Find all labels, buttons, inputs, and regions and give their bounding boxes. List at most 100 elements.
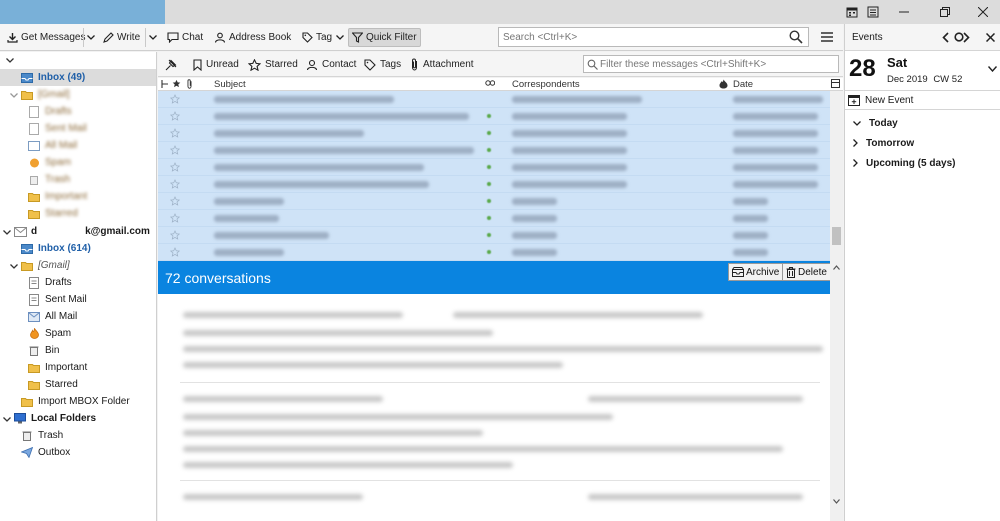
thread-list-scrollbar[interactable]: [830, 91, 843, 261]
get-messages-dropdown[interactable]: [83, 28, 97, 47]
quick-filter-button[interactable]: Quick Filter: [348, 28, 421, 47]
star-icon[interactable]: [170, 145, 180, 155]
blurred-date: [733, 96, 823, 103]
tab-strip[interactable]: [0, 0, 165, 24]
folder-all-account1[interactable]: All Mail: [0, 137, 156, 154]
subject-column-header[interactable]: Subject: [214, 79, 246, 90]
thread-row[interactable]: [158, 227, 830, 244]
thread-row[interactable]: [158, 193, 830, 210]
inbox-icon: [20, 72, 34, 84]
close-icon[interactable]: [966, 0, 1000, 24]
get-messages-label: Get Messages: [21, 32, 86, 43]
folder-all-account2[interactable]: All Mail: [0, 308, 156, 325]
folder-important-account2[interactable]: Important: [0, 359, 156, 376]
thread-row[interactable]: [158, 210, 830, 227]
folder-sent-account2[interactable]: Sent Mail: [0, 291, 156, 308]
folder-starred-account1[interactable]: Starred: [0, 205, 156, 222]
date-column-header[interactable]: Date: [733, 79, 753, 90]
thread-row[interactable]: [158, 108, 830, 125]
chat-button[interactable]: Chat: [164, 28, 206, 47]
folder-drafts-account2[interactable]: Drafts: [0, 274, 156, 291]
folder-spam-account1[interactable]: Spam: [0, 154, 156, 171]
blurred-date: [733, 198, 768, 205]
tags-filter-button[interactable]: Tags: [364, 56, 401, 73]
filter-messages-input[interactable]: Filter these messages <Ctrl+Shift+K>: [583, 55, 839, 73]
thread-row[interactable]: [158, 91, 830, 108]
restore-icon[interactable]: [928, 0, 962, 24]
star-icon[interactable]: [170, 247, 180, 257]
thread-row[interactable]: [158, 125, 830, 142]
folder-label: Drafts: [45, 106, 72, 117]
blurred-date: [733, 113, 818, 120]
folder-outbox[interactable]: Outbox: [0, 444, 156, 461]
folder-trash-account1[interactable]: Trash: [0, 171, 156, 188]
star-icon[interactable]: [170, 213, 180, 223]
events-today-row[interactable]: Today: [845, 113, 1000, 133]
star-icon[interactable]: [170, 230, 180, 240]
folder-drafts-account1[interactable]: Drafts: [0, 103, 156, 120]
thread-row[interactable]: [158, 176, 830, 193]
chevron-right-icon[interactable]: [963, 32, 970, 43]
chevron-down-icon[interactable]: [6, 56, 14, 64]
folder-sent-account1[interactable]: Sent Mail: [0, 120, 156, 137]
read-column-icon[interactable]: [485, 79, 496, 90]
attachment-filter-button[interactable]: Attachment: [410, 56, 474, 73]
folder-important-account1[interactable]: Important: [0, 188, 156, 205]
star-icon[interactable]: [170, 111, 180, 121]
preview-scrollbar[interactable]: [830, 261, 843, 521]
correspondents-column-header[interactable]: Correspondents: [512, 79, 580, 90]
blurred-correspondent: [512, 215, 557, 222]
folder-starred-account2[interactable]: Starred: [0, 376, 156, 393]
blurred-summary-line: [183, 330, 493, 336]
star-icon[interactable]: [170, 128, 180, 138]
thread-row[interactable]: [158, 142, 830, 159]
delete-button[interactable]: Delete: [782, 263, 831, 281]
folder-local-trash[interactable]: Trash: [0, 427, 156, 444]
calendar-icon[interactable]: [842, 3, 862, 21]
search-input[interactable]: Search <Ctrl+K>: [498, 27, 809, 47]
new-event-button[interactable]: New Event: [845, 90, 1000, 110]
get-messages-button[interactable]: Get Messages: [4, 28, 88, 47]
events-today-label: Today: [869, 117, 898, 129]
blurred-summary-line: [183, 346, 823, 352]
blurred-summary-line: [183, 430, 483, 436]
column-picker-icon[interactable]: [831, 79, 840, 91]
star-icon[interactable]: [170, 179, 180, 189]
star-column-icon[interactable]: [172, 79, 181, 91]
pin-icon: [165, 59, 177, 70]
tasks-icon[interactable]: [863, 3, 883, 21]
pencil-icon: [103, 32, 114, 43]
tag-button[interactable]: Tag: [299, 28, 350, 47]
star-icon[interactable]: [170, 162, 180, 172]
app-menu-button[interactable]: [817, 27, 837, 47]
local-folders-row[interactable]: Local Folders: [0, 410, 156, 427]
sticky-filter-button[interactable]: [165, 56, 181, 73]
chevron-down-icon[interactable]: [988, 66, 997, 72]
folder-inbox-account2[interactable]: Inbox (614): [0, 240, 156, 257]
folder-gmail-account2[interactable]: [Gmail]: [0, 257, 156, 274]
write-dropdown[interactable]: [145, 28, 159, 47]
events-upcoming-row[interactable]: Upcoming (5 days): [845, 153, 1000, 173]
chevron-left-icon[interactable]: [942, 32, 949, 43]
address-book-button[interactable]: Address Book: [211, 28, 294, 47]
folder-inbox-account1[interactable]: Inbox (49): [0, 69, 156, 86]
contact-filter-button[interactable]: Contact: [306, 56, 356, 73]
folder-gmail-account1[interactable]: [Gmail]: [0, 86, 156, 103]
thread-row[interactable]: [158, 159, 830, 176]
minimize-icon[interactable]: [887, 0, 921, 24]
folder-spam-account2[interactable]: Spam: [0, 325, 156, 342]
star-icon[interactable]: [170, 196, 180, 206]
starred-filter-button[interactable]: Starred: [248, 56, 298, 73]
account-row[interactable]: d k@gmail.com: [0, 223, 156, 240]
close-icon[interactable]: [986, 33, 995, 42]
events-tomorrow-row[interactable]: Tomorrow: [845, 133, 1000, 153]
scrollbar-thumb[interactable]: [832, 227, 841, 245]
thread-row[interactable]: [158, 244, 830, 261]
blurred-correspondent: [512, 249, 557, 256]
folder-bin-account2[interactable]: Bin: [0, 342, 156, 359]
star-icon[interactable]: [170, 94, 180, 104]
archive-button[interactable]: Archive: [728, 263, 784, 281]
write-button[interactable]: Write: [100, 28, 143, 47]
unread-filter-button[interactable]: Unread: [193, 56, 239, 73]
folder-import-mbox[interactable]: Import MBOX Folder: [0, 393, 156, 410]
